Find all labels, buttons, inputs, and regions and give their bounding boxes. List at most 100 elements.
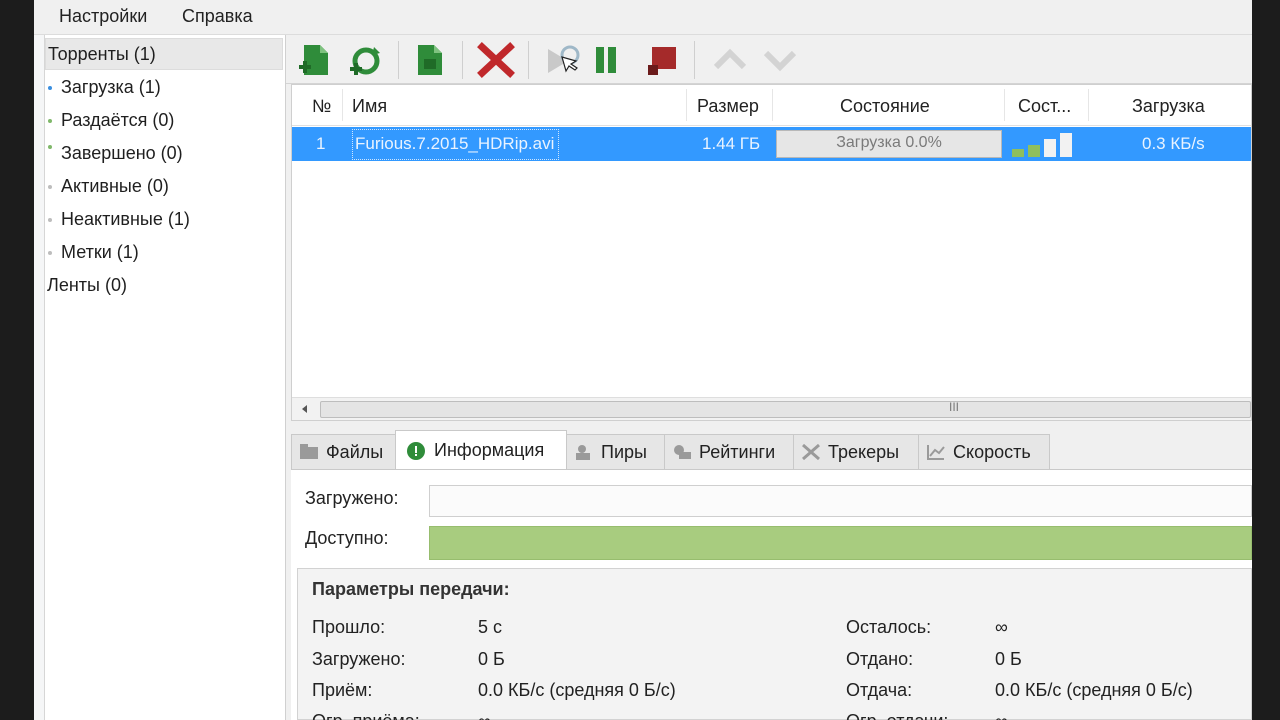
scroll-left-icon[interactable] — [296, 398, 312, 420]
availability-bar — [429, 526, 1252, 560]
pause-button[interactable] — [586, 41, 626, 79]
param-elapsed-value: 5 с — [478, 617, 503, 637]
sidebar-item-inactive[interactable]: Неактивные (1) — [61, 209, 190, 230]
tab-label: Пиры — [601, 442, 647, 462]
add-torrent-button[interactable] — [296, 41, 336, 79]
sidebar-item-seeding[interactable]: Раздаётся (0) — [61, 110, 174, 131]
tab-label: Файлы — [326, 442, 384, 462]
menu-help[interactable]: Справка — [182, 6, 253, 27]
create-torrent-button[interactable] — [410, 41, 450, 79]
tab-info[interactable]: Информация — [395, 430, 567, 471]
param-downloaded-value: 0 Б — [478, 649, 505, 669]
sidebar-item-downloading[interactable]: Загрузка (1) — [61, 77, 161, 98]
sidebar: Торренты (1) Загрузка (1) Раздаётся (0) … — [44, 35, 286, 720]
move-down-icon — [763, 50, 797, 72]
bullet-icon — [48, 185, 52, 189]
status-text: Загрузка 0.0% — [836, 134, 942, 151]
ratings-icon — [674, 445, 691, 459]
add-link-icon — [350, 47, 380, 75]
row-size: 1.44 ГБ — [702, 134, 761, 153]
param-downloaded-label: Загружено: — [312, 649, 406, 669]
available-label: Доступно: — [305, 528, 389, 548]
trackers-icon — [802, 444, 820, 460]
bullet-icon — [48, 145, 52, 149]
tab-label: Информация — [434, 440, 545, 460]
tab-bar: Файлы Информация Пиры Рейтинги Трекеры С… — [291, 430, 1252, 471]
toolbar-separator — [462, 41, 463, 79]
param-upload-label: Отдача: — [846, 680, 913, 700]
list-header: № Имя Размер Состояние Сост... Загрузка — [292, 85, 1251, 126]
create-torrent-icon — [418, 45, 442, 75]
start-button[interactable] — [542, 41, 582, 79]
sidebar-item-torrents[interactable]: Торренты (1) — [45, 38, 283, 70]
remove-button[interactable] — [476, 41, 516, 79]
pause-icon — [596, 47, 616, 73]
bullet-icon — [48, 119, 52, 123]
tab-ratings[interactable]: Рейтинги — [664, 434, 794, 469]
param-elapsed-label: Прошло: — [312, 617, 386, 637]
info-panel: Загружено: Доступно: Параметры передачи:… — [291, 469, 1252, 720]
torrent-list: № Имя Размер Состояние Сост... Загрузка … — [291, 84, 1252, 421]
column-number[interactable]: № — [312, 96, 331, 117]
sidebar-item-active[interactable]: Активные (0) — [61, 176, 169, 197]
downloaded-label: Загружено: — [305, 488, 399, 508]
column-name[interactable]: Имя — [352, 96, 387, 117]
param-remaining-value: ∞ — [995, 617, 1008, 637]
tab-label: Трекеры — [828, 442, 900, 462]
remove-icon — [477, 42, 515, 78]
move-up-button[interactable] — [710, 41, 750, 79]
horizontal-scrollbar[interactable]: III — [292, 397, 1251, 420]
column-status[interactable]: Состояние — [840, 96, 930, 117]
info-icon — [407, 442, 425, 460]
sidebar-item-label: Торренты (1) — [48, 44, 156, 64]
param-receive-limit-label: Огр. приёма: — [312, 711, 420, 720]
health-bar — [1060, 133, 1072, 157]
toolbar-separator — [528, 41, 529, 79]
app-window: Настройки Справка Торренты (1) Загрузка … — [34, 0, 1252, 720]
sidebar-item-feeds[interactable]: Ленты (0) — [47, 275, 127, 296]
health-bar — [1012, 149, 1024, 157]
bullet-icon — [48, 86, 52, 90]
scroll-thumb[interactable]: III — [320, 400, 1251, 418]
tab-trackers[interactable]: Трекеры — [793, 434, 919, 469]
param-remaining-label: Осталось: — [846, 617, 932, 637]
sidebar-item-completed[interactable]: Завершено (0) — [61, 143, 183, 164]
add-link-button[interactable] — [346, 41, 386, 79]
move-up-icon — [713, 48, 747, 70]
peers-icon — [576, 445, 590, 460]
column-divider — [1088, 89, 1089, 121]
sidebar-item-labels[interactable]: Метки (1) — [61, 242, 139, 263]
param-uploaded-label: Отдано: — [846, 649, 914, 669]
row-name: Furious.7.2015_HDRip.avi — [352, 129, 560, 160]
column-divider — [1004, 89, 1005, 121]
stop-button[interactable] — [644, 41, 684, 79]
column-size[interactable]: Размер — [697, 96, 759, 117]
main-panel: № Имя Размер Состояние Сост... Загрузка … — [286, 35, 1252, 720]
toolbar — [286, 35, 1252, 84]
column-divider — [342, 89, 343, 121]
tab-peers[interactable]: Пиры — [566, 434, 665, 469]
speed-graph-icon — [927, 445, 945, 460]
move-down-button[interactable] — [760, 41, 800, 79]
tab-files[interactable]: Файлы — [291, 434, 397, 469]
param-upload-value: 0.0 КБ/с (средняя 0 Б/с) — [995, 680, 1193, 700]
tab-label: Рейтинги — [699, 442, 776, 462]
param-receive-limit-value: ∞ — [478, 711, 491, 720]
tab-speed[interactable]: Скорость — [918, 434, 1050, 469]
toolbar-separator — [398, 41, 399, 79]
param-uploaded-value: 0 Б — [995, 649, 1022, 669]
param-upload-limit-value: ∞ — [995, 711, 1008, 720]
bullet-icon — [48, 251, 52, 255]
row-number: 1 — [316, 134, 326, 153]
table-row[interactable]: 1 Furious.7.2015_HDRip.avi 1.44 ГБ Загру… — [292, 127, 1251, 161]
column-health[interactable]: Сост... — [1018, 96, 1071, 117]
downloaded-pieces-bar — [429, 485, 1252, 517]
menu-settings[interactable]: Настройки — [59, 6, 147, 27]
column-download[interactable]: Загрузка — [1132, 96, 1205, 117]
param-upload-limit-label: Огр. отдачи: — [846, 711, 948, 720]
add-torrent-icon — [299, 45, 328, 75]
bullet-icon — [48, 218, 52, 222]
menubar: Настройки Справка — [34, 0, 1252, 35]
param-receive-label: Приём: — [312, 680, 373, 700]
param-receive-value: 0.0 КБ/с (средняя 0 Б/с) — [478, 680, 676, 700]
